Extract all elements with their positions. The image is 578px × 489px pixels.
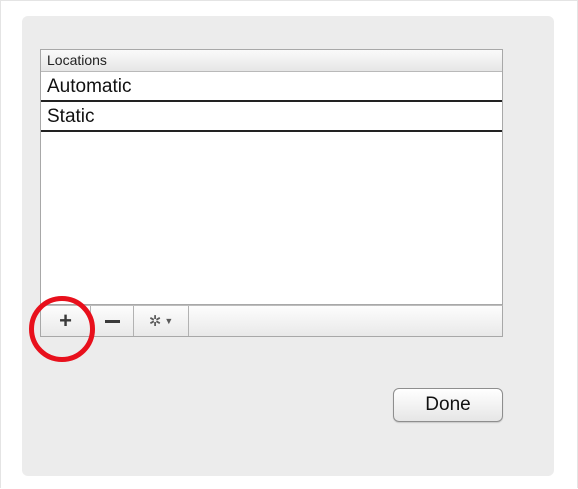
done-button[interactable]: Done <box>393 388 503 422</box>
location-row-automatic[interactable]: Automatic <box>41 72 502 102</box>
locations-table: Locations Automatic Static <box>40 49 503 305</box>
location-row-static[interactable]: Static <box>41 102 502 132</box>
gear-icon: ✲ <box>148 313 162 330</box>
action-menu-button[interactable]: ✲ ▼ <box>134 306 189 336</box>
column-header-locations: Locations <box>41 50 502 72</box>
triangle-down-icon: ▼ <box>164 316 174 326</box>
remove-location-button[interactable] <box>91 306 134 336</box>
plus-icon: + <box>59 308 72 333</box>
add-location-button[interactable]: + <box>41 306 91 336</box>
table-toolbar: + ✲ ▼ <box>40 305 503 337</box>
minus-icon <box>104 319 120 323</box>
